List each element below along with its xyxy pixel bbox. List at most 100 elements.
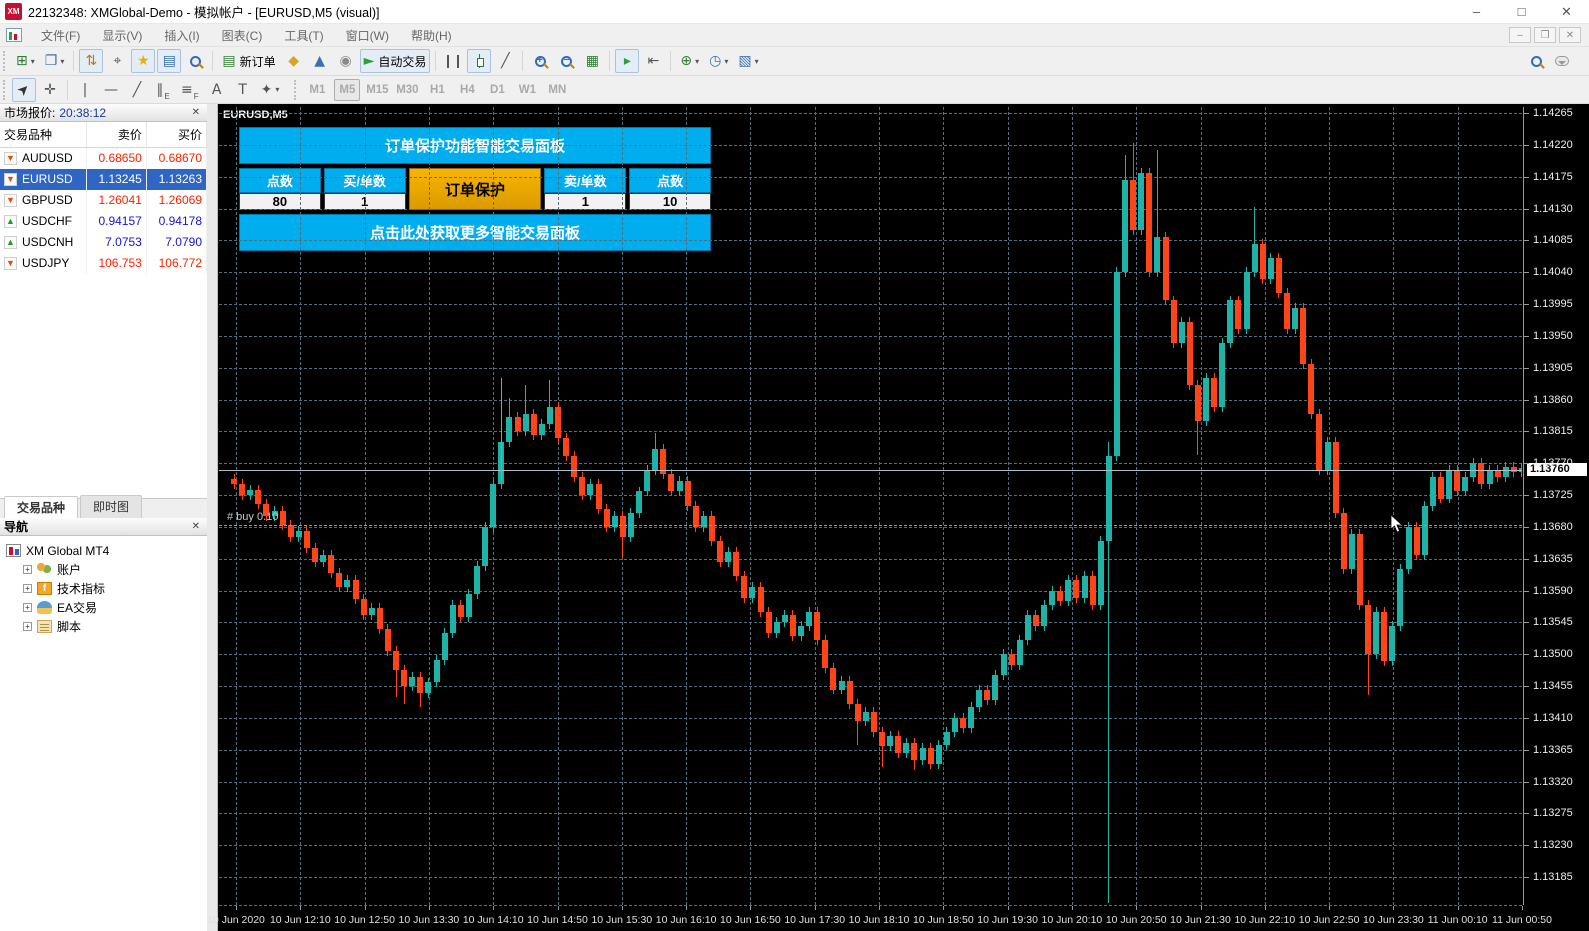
market-watch-row-usdjpy[interactable]: ▼USDJPY106.753106.772: [0, 253, 207, 274]
metaeditor-button[interactable]: ◆: [282, 49, 306, 73]
search-button[interactable]: [1524, 49, 1548, 73]
chart-shift-button[interactable]: ⇤: [641, 49, 665, 73]
chart-window-icon[interactable]: [6, 28, 22, 42]
menu-h[interactable]: 帮助(H): [400, 24, 463, 47]
templates-button-dropdown-icon[interactable]: ▾: [755, 57, 759, 66]
timeframe-mn[interactable]: MN: [544, 79, 570, 101]
grid-line-h: [219, 113, 1522, 114]
child-minimize-button[interactable]: –: [1509, 27, 1531, 43]
publish-button[interactable]: ▲: [308, 49, 332, 73]
candle-body: [1300, 308, 1306, 365]
time-axis[interactable]: 10 Jun 202010 Jun 12:1010 Jun 12:5010 Ju…: [219, 905, 1522, 931]
new-order-button[interactable]: ▤新订单: [218, 49, 279, 73]
ea-right-value-1[interactable]: 10: [629, 193, 711, 210]
menu-c[interactable]: 图表(C): [211, 24, 274, 47]
grid-line-v: [1201, 107, 1202, 905]
trendline-tool[interactable]: ╱: [125, 78, 149, 102]
templates-button[interactable]: ▧▾: [734, 49, 762, 73]
terminal-toggle[interactable]: ▤: [157, 49, 181, 73]
menu-w[interactable]: 窗口(W): [335, 24, 400, 47]
tile-windows-button[interactable]: ▦: [580, 49, 604, 73]
news-button[interactable]: ◉: [334, 49, 358, 73]
chart-candles-button[interactable]: [467, 49, 491, 73]
timeframe-d1[interactable]: D1: [484, 79, 510, 101]
hline-tool[interactable]: —: [99, 78, 123, 102]
fibonacci-tool[interactable]: ≡F: [177, 78, 203, 102]
indicators-button-dropdown-icon[interactable]: ▾: [695, 57, 699, 66]
navigator-item-accounts[interactable]: +账户: [6, 560, 207, 579]
chart-line-button[interactable]: ╱: [493, 49, 517, 73]
community-button[interactable]: [1550, 49, 1574, 73]
timeframe-m5[interactable]: M5: [334, 79, 360, 101]
crosshair-tool[interactable]: ✛: [38, 78, 62, 102]
timeframe-h1[interactable]: H1: [424, 79, 450, 101]
navigator-root-item[interactable]: XM Global MT4: [6, 541, 207, 560]
periods-button-dropdown-icon[interactable]: ▾: [724, 57, 728, 66]
autoscroll-toggle[interactable]: ▸: [615, 49, 639, 73]
profiles-button-dropdown-icon[interactable]: ▾: [60, 57, 64, 66]
strategy-tester-button[interactable]: [183, 49, 207, 73]
child-restore-button[interactable]: ❐: [1534, 27, 1556, 43]
menu-t[interactable]: 工具(T): [273, 24, 334, 47]
market-watch-row-audusd[interactable]: ▼AUDUSD0.686500.68670: [0, 148, 207, 169]
market-watch-toggle[interactable]: ⇅: [79, 49, 103, 73]
market-watch-row-gbpusd[interactable]: ▼GBPUSD1.260411.26069: [0, 190, 207, 211]
menu-i[interactable]: 插入(I): [153, 24, 210, 47]
toolbar-separator: [435, 51, 436, 71]
ea-left-value-0[interactable]: 80: [239, 193, 321, 210]
candle-body: [863, 712, 869, 721]
zoom-out-button[interactable]: [554, 49, 578, 73]
candle-body: [741, 576, 747, 597]
market-watch-row-usdcnh[interactable]: ▲USDCNH7.07537.0790: [0, 232, 207, 253]
navigator-item-experts[interactable]: +EA交易: [6, 598, 207, 617]
navigator-toggle[interactable]: ★: [131, 49, 155, 73]
new-chart-button[interactable]: ⊞▾: [12, 49, 39, 73]
close-button[interactable]: [1544, 0, 1589, 23]
new-chart-button-dropdown-icon[interactable]: ▾: [31, 57, 35, 66]
indicators-button[interactable]: ⊕▾: [676, 49, 703, 73]
expand-icon[interactable]: +: [23, 565, 32, 574]
price-axis[interactable]: 1.13760 1.142651.142201.141751.141301.14…: [1523, 107, 1589, 905]
timeframe-w1[interactable]: W1: [514, 79, 540, 101]
menu-v[interactable]: 显示(V): [91, 24, 153, 47]
timeframe-m30[interactable]: M30: [394, 79, 420, 101]
vline-tool[interactable]: |: [73, 78, 97, 102]
candle-body: [1098, 541, 1104, 605]
panel-splitter[interactable]: [207, 104, 218, 931]
menu-f[interactable]: 文件(F): [30, 24, 91, 47]
expand-icon[interactable]: +: [23, 584, 32, 593]
timeframe-h4[interactable]: H4: [454, 79, 480, 101]
maximize-button[interactable]: [1499, 0, 1544, 23]
minimize-button[interactable]: [1454, 0, 1499, 23]
data-window-button[interactable]: ⌖: [105, 49, 129, 73]
label-tool[interactable]: T: [231, 78, 255, 102]
arrows-tool[interactable]: ✦▾: [257, 78, 284, 102]
autotrading-toggle[interactable]: ►自动交易: [360, 49, 431, 73]
profiles-button[interactable]: ❐▾: [41, 49, 69, 73]
text-tool[interactable]: A: [205, 78, 229, 102]
arrows-tool-dropdown-icon[interactable]: ▾: [275, 85, 279, 94]
expand-icon[interactable]: +: [23, 622, 32, 631]
navigator-item-indicators[interactable]: +f技术指标: [6, 579, 207, 598]
channel-tool[interactable]: ∥E: [151, 78, 175, 102]
periods-button[interactable]: ◷▾: [705, 49, 732, 73]
market-watch-tab-tick-chart[interactable]: 即时图: [80, 495, 142, 518]
timeframe-m15[interactable]: M15: [364, 79, 390, 101]
candle-body: [822, 640, 828, 668]
market-watch-row-eurusd[interactable]: ▼EURUSD1.132451.13263: [0, 169, 207, 190]
navigator-close-icon[interactable]: ✕: [189, 521, 203, 532]
market-watch-tab-symbols[interactable]: 交易品种: [4, 496, 78, 519]
timeframe-m1[interactable]: M1: [304, 79, 330, 101]
market-watch-row-usdchf[interactable]: ▲USDCHF0.941570.94178: [0, 211, 207, 232]
market-watch-close-icon[interactable]: ✕: [189, 107, 203, 118]
child-close-button[interactable]: ✕: [1559, 27, 1581, 43]
zoom-in-button[interactable]: [528, 49, 552, 73]
toolbar-separator: [212, 51, 213, 71]
expand-icon[interactable]: +: [23, 603, 32, 612]
chart-plot-area[interactable]: EURUSD,M5 订单保护功能智能交易面板 点数80买/单数1订单保护卖/单数…: [219, 107, 1522, 905]
ea-panel-footer-link[interactable]: 点击此处获取更多智能交易面板: [239, 214, 711, 251]
candle-body: [344, 580, 350, 587]
cursor-tool[interactable]: ➤: [12, 78, 36, 102]
navigator-item-scripts[interactable]: +脚本: [6, 617, 207, 636]
chart-bars-button[interactable]: [441, 49, 465, 73]
